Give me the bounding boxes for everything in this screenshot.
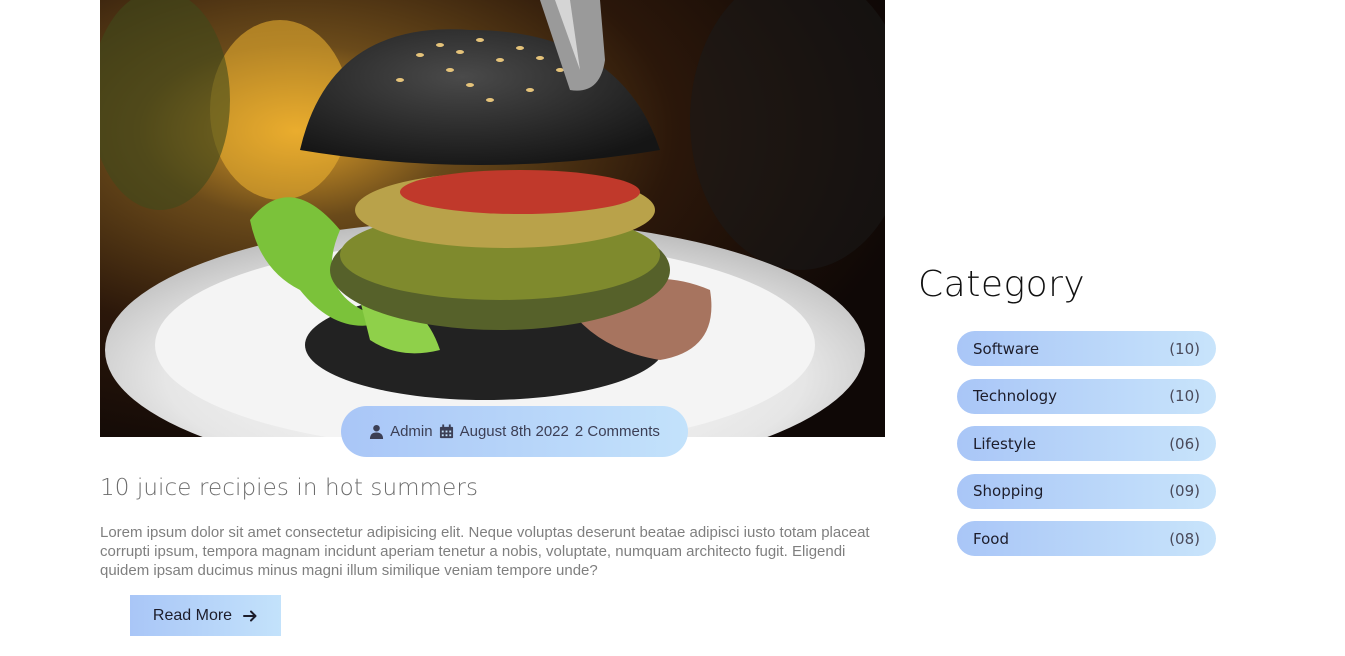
category-count: (06) — [1169, 434, 1200, 453]
category-item-software[interactable]: Software (10) — [957, 331, 1216, 366]
read-more-label: Read More — [152, 606, 233, 624]
arrow-right-icon — [243, 610, 257, 621]
category-label: Technology — [973, 387, 1058, 405]
category-item-technology[interactable]: Technology (10) — [957, 378, 1216, 414]
post-date: August 8th 2022 — [439, 423, 569, 440]
category-label: Food — [973, 529, 1009, 548]
post-meta: Admin August 8th 2022 2 Comments — [341, 406, 688, 457]
post-title[interactable]: 10 juice recipies in hot summers — [100, 475, 478, 501]
post-excerpt: Lorem ipsum dolor sit amet consectetur a… — [100, 524, 870, 579]
category-label: Software — [973, 339, 1040, 358]
user-icon — [370, 424, 384, 439]
date-text: August 8th 2022 — [459, 423, 569, 440]
category-item-food[interactable]: Food (08) — [957, 521, 1216, 556]
category-count: (10) — [1169, 387, 1200, 405]
comments-text: 2 Comments — [574, 423, 660, 440]
category-count: (08) — [1169, 529, 1200, 548]
category-item-shopping[interactable]: Shopping (09) — [957, 473, 1216, 509]
burger-photo — [100, 0, 885, 437]
sidebar-title: Category — [918, 264, 1086, 305]
category-count: (10) — [1169, 339, 1200, 358]
category-label: Lifestyle — [973, 434, 1037, 453]
category-item-lifestyle[interactable]: Lifestyle (06) — [957, 426, 1216, 461]
category-list: Software (10) Technology (10) Lifestyle … — [957, 331, 1216, 569]
post-author[interactable]: Admin — [369, 423, 433, 440]
calendar-icon — [439, 424, 453, 439]
category-count: (09) — [1169, 482, 1200, 500]
post-comments[interactable]: 2 Comments — [575, 423, 660, 440]
post-image — [100, 0, 885, 437]
category-label: Shopping — [973, 482, 1044, 500]
author-name: Admin — [390, 423, 433, 440]
read-more-button[interactable]: Read More — [130, 595, 281, 636]
